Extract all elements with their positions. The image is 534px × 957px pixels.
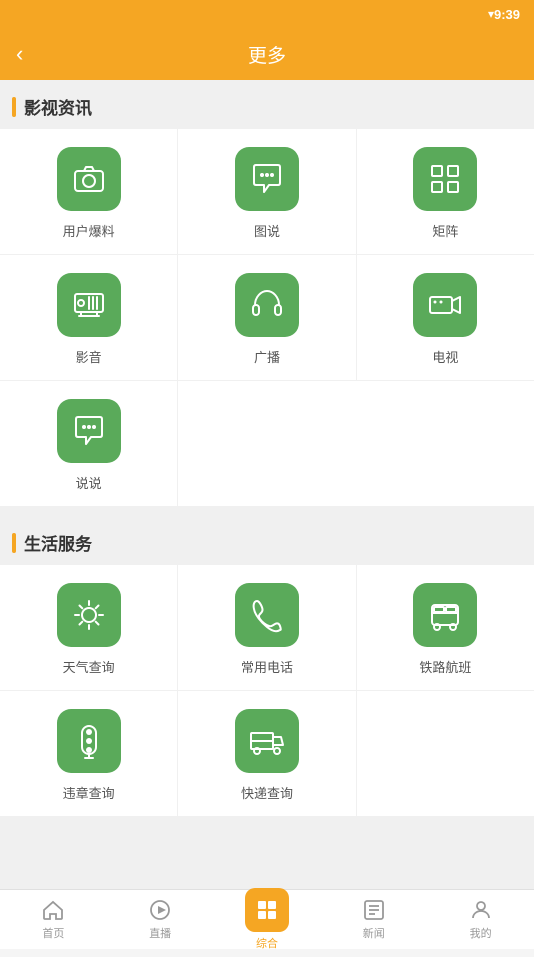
section-bar <box>12 97 16 117</box>
page-title: 更多 <box>248 41 286 68</box>
grid-label: 影音 <box>76 347 102 366</box>
icon-box <box>57 147 121 211</box>
nav-label-live: 直播 <box>149 925 171 941</box>
tv-icon <box>71 287 107 323</box>
status-time: 9:39 <box>494 7 520 22</box>
grid-four-icon <box>255 898 279 922</box>
icon-box <box>57 709 121 773</box>
grid-label: 违章查询 <box>63 783 115 802</box>
headphones-icon <box>249 287 285 323</box>
grid-label: 快递查询 <box>241 783 293 802</box>
bottom-nav: 首页 直播 综合 新闻 我的 <box>0 889 534 949</box>
grid-label: 铁路航班 <box>419 657 471 676</box>
icon-box <box>57 583 121 647</box>
icon-box <box>413 583 477 647</box>
speech-dots-icon <box>71 413 107 449</box>
zonghe-active-box <box>245 888 289 932</box>
section-bar <box>12 533 16 553</box>
truck-icon <box>249 723 285 759</box>
section-header-yingshi: 影视资讯 <box>0 80 534 129</box>
icon-box <box>235 147 299 211</box>
news-icon <box>362 898 386 922</box>
grid-item-wuliu[interactable]: 快递查询 <box>178 691 356 816</box>
camera-icon <box>71 161 107 197</box>
movie-cam-icon <box>427 287 463 323</box>
bus-icon <box>427 597 463 633</box>
nav-item-news[interactable]: 新闻 <box>320 892 427 947</box>
icon-box <box>57 399 121 463</box>
grid-item-tielu[interactable]: 铁路航班 <box>357 565 534 690</box>
main-content: 影视资讯 用户爆料 <box>0 80 534 889</box>
grid-section-yingshi: 用户爆料 图说 <box>0 129 534 506</box>
icon-box <box>235 709 299 773</box>
section-title-yingshi: 影视资讯 <box>24 94 92 119</box>
grid-label: 天气查询 <box>63 657 115 676</box>
section-header-shenghuo: 生活服务 <box>0 516 534 565</box>
play-circle-icon <box>148 898 172 922</box>
traffic-light-icon <box>71 723 107 759</box>
nav-item-zonghe[interactable]: 综合 <box>214 882 321 957</box>
grid-label: 常用电话 <box>241 657 293 676</box>
grid-item-jiaotong[interactable]: 违章查询 <box>0 691 178 816</box>
home-icon <box>41 898 65 922</box>
grid-label: 用户爆料 <box>63 221 115 240</box>
grid-label: 矩阵 <box>432 221 458 240</box>
icon-box <box>413 273 477 337</box>
icon-box <box>413 147 477 211</box>
back-button[interactable]: ‹ <box>16 41 23 67</box>
phone-icon <box>249 597 285 633</box>
grid-item-dianshi[interactable]: 电视 <box>357 255 534 380</box>
header: ‹ 更多 <box>0 28 534 80</box>
grid-label: 说说 <box>76 473 102 492</box>
grid-row: 违章查询 快递查询 <box>0 691 534 816</box>
nav-label-mine: 我的 <box>470 925 492 941</box>
grid-item-shuoshuo[interactable]: 说说 <box>0 381 178 506</box>
icon-box <box>57 273 121 337</box>
grid-row: 用户爆料 图说 <box>0 129 534 255</box>
user-icon <box>469 898 493 922</box>
grid-item-tianqi[interactable]: 天气查询 <box>0 565 178 690</box>
grid-lines-icon <box>427 161 463 197</box>
status-bar: ▾ 9:39 <box>0 0 534 28</box>
grid-row: 说说 <box>0 381 534 506</box>
nav-label-news: 新闻 <box>363 925 385 941</box>
grid-label: 电视 <box>432 347 458 366</box>
grid-section-shenghuo: 天气查询 常用电话 <box>0 565 534 816</box>
nav-item-home[interactable]: 首页 <box>0 892 107 947</box>
grid-row: 天气查询 常用电话 <box>0 565 534 691</box>
grid-item-user-leak[interactable]: 用户爆料 <box>0 129 178 254</box>
chat-bubble-icon <box>249 161 285 197</box>
grid-item-yingyin[interactable]: 影音 <box>0 255 178 380</box>
nav-item-mine[interactable]: 我的 <box>427 892 534 947</box>
grid-item-tushuo[interactable]: 图说 <box>178 129 356 254</box>
icon-box <box>235 583 299 647</box>
grid-item-juzhen[interactable]: 矩阵 <box>357 129 534 254</box>
nav-item-live[interactable]: 直播 <box>107 892 214 947</box>
nav-label-home: 首页 <box>42 925 64 941</box>
icon-box <box>235 273 299 337</box>
grid-row: 影音 广播 <box>0 255 534 381</box>
grid-item-guangbo[interactable]: 广播 <box>178 255 356 380</box>
section-title-shenghuo: 生活服务 <box>24 530 92 555</box>
sun-icon <box>71 597 107 633</box>
grid-label: 图说 <box>254 221 280 240</box>
grid-label: 广播 <box>254 347 280 366</box>
grid-item-changyong[interactable]: 常用电话 <box>178 565 356 690</box>
